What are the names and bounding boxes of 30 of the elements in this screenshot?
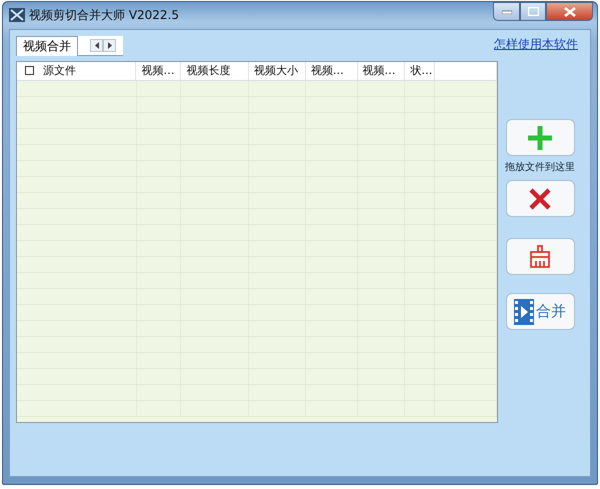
scroll-right-button[interactable] bbox=[103, 39, 116, 52]
close-icon bbox=[564, 6, 576, 16]
tab[interactable]: 视频合并 bbox=[16, 36, 78, 56]
maximize-button[interactable] bbox=[520, 2, 546, 21]
clear-button[interactable] bbox=[506, 238, 574, 275]
film-icon bbox=[514, 298, 534, 324]
column-header[interactable]: 视频… bbox=[141, 64, 174, 77]
right-arrow-icon bbox=[106, 40, 114, 51]
scroll-left-button[interactable] bbox=[90, 39, 103, 52]
drop-hint: 拖放文件到这里 bbox=[505, 160, 575, 175]
left-arrow-icon bbox=[92, 40, 100, 51]
column-header[interactable]: 状… bbox=[410, 64, 432, 77]
maximize-icon bbox=[528, 7, 538, 16]
column-header[interactable]: 视频… bbox=[310, 64, 344, 77]
close-icon bbox=[529, 188, 551, 210]
select-all-checkbox[interactable] bbox=[25, 66, 34, 75]
plus-icon bbox=[527, 124, 553, 150]
column-header[interactable]: 视频… bbox=[362, 64, 396, 77]
minimize-button[interactable] bbox=[493, 2, 520, 21]
merge-button[interactable]: 合并 bbox=[506, 293, 574, 330]
column-header[interactable]: 视频大小 bbox=[254, 64, 298, 77]
column-header[interactable]: 视频长度 bbox=[186, 64, 230, 77]
minimize-icon bbox=[502, 10, 512, 14]
delete-button[interactable] bbox=[506, 180, 574, 217]
close-button[interactable] bbox=[546, 2, 593, 21]
help-link[interactable]: 怎样使用本软件 bbox=[494, 35, 578, 53]
broom-icon bbox=[528, 244, 552, 268]
window-title: 视频剪切合并大师 V2022.5 bbox=[29, 7, 180, 24]
app-icon bbox=[9, 8, 25, 22]
column-header[interactable]: 源文件 bbox=[43, 64, 76, 77]
